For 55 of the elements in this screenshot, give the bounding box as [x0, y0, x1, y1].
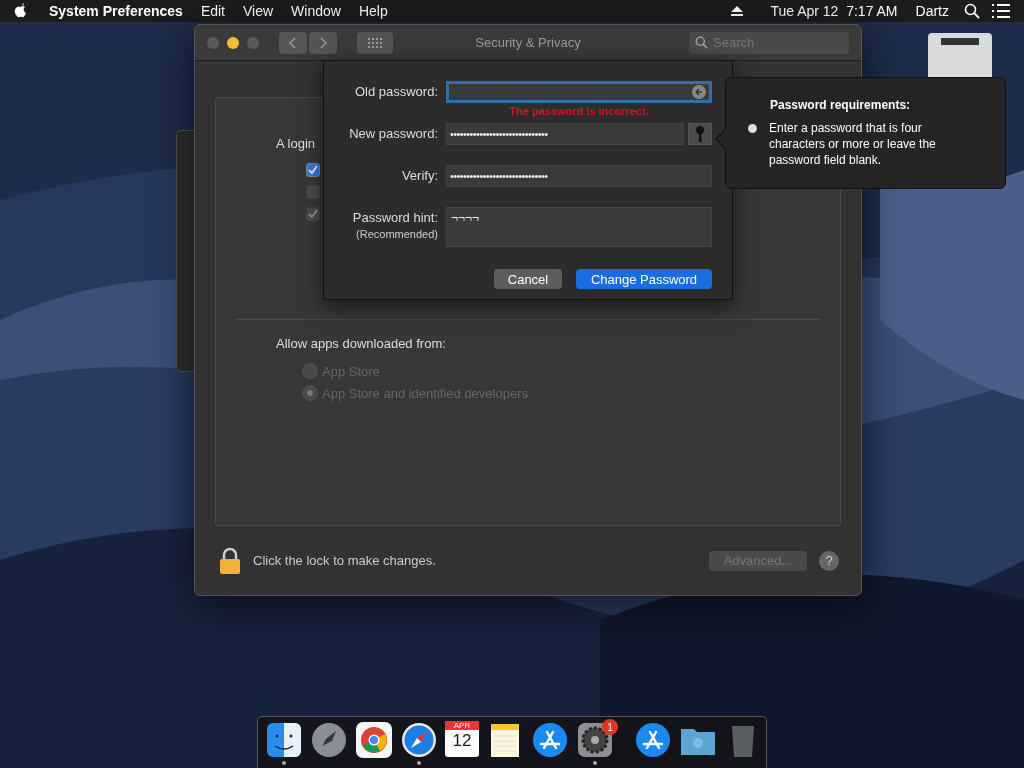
field-label: Verify:	[401, 168, 438, 183]
app-store-icon[interactable]	[634, 721, 672, 759]
chevron-right-icon	[319, 36, 327, 49]
rocket-icon[interactable]	[310, 721, 348, 759]
password-field[interactable]: ••••••••••••••••••••••••••••••	[446, 165, 712, 187]
compass-icon[interactable]	[400, 721, 438, 759]
field-label: Old password:	[354, 84, 438, 99]
grid-icon	[368, 37, 382, 48]
menu-clock[interactable]: Tue Apr 12 7:17 AM	[761, 3, 907, 19]
user-name[interactable]: Dartz	[906, 3, 958, 19]
lock-icon[interactable]	[219, 546, 241, 575]
window-title: Security & Privacy	[475, 35, 581, 50]
menu-item[interactable]: Edit	[191, 3, 234, 19]
app-store-icon[interactable]	[531, 721, 569, 759]
list-icon[interactable]	[992, 4, 1010, 18]
lock-text: Click the lock to make changes.	[253, 553, 436, 568]
password-field[interactable]: ••••••••••••••••••••••••••••••	[446, 123, 684, 145]
chevron-left-icon	[289, 36, 297, 49]
chrome-icon[interactable]	[355, 721, 393, 759]
cancel-button[interactable]: Cancel	[494, 269, 562, 289]
calendar-day: 12	[452, 730, 472, 752]
field-sublabel: (Recommended)	[356, 228, 438, 240]
clear-icon[interactable]	[692, 85, 706, 99]
menu-item[interactable]: Help	[349, 3, 397, 19]
search-icon[interactable]	[964, 3, 980, 19]
calendar-month: APR	[445, 721, 479, 730]
checkbox[interactable]	[306, 163, 320, 177]
menu-item[interactable]: View	[234, 3, 283, 19]
calendar-icon[interactable]: APR 12	[445, 721, 479, 757]
password-field[interactable]	[446, 81, 712, 103]
help-button[interactable]: ?	[819, 550, 839, 571]
field-label: New password:	[349, 126, 438, 141]
field-label: Password hint:	[352, 210, 438, 225]
app-menu[interactable]: System Preferences	[40, 3, 192, 19]
section-label: A login	[276, 136, 316, 151]
notification-badge: 1	[602, 719, 618, 735]
hint-field[interactable]: ¬¬¬¬	[446, 207, 712, 247]
bullet-icon	[748, 124, 757, 133]
eject-icon[interactable]	[731, 6, 744, 16]
minimize-button[interactable]	[227, 36, 239, 49]
back-button[interactable]	[279, 31, 307, 54]
key-button[interactable]	[688, 123, 712, 145]
search-icon	[695, 36, 708, 49]
apple-icon[interactable]	[14, 3, 28, 19]
popover-title: Password requirements:	[770, 98, 912, 112]
finder-icon[interactable]	[265, 721, 303, 759]
forward-button[interactable]	[309, 31, 337, 54]
requirement-text: Enter a password that is four characters or more or leave the password field blank.	[769, 120, 937, 168]
error-message: The password is incorrect.	[508, 105, 650, 117]
confirm-button[interactable]: Change Password	[576, 269, 712, 289]
key-icon	[695, 126, 705, 142]
section-label: Allow apps downloaded from:	[276, 336, 446, 351]
menu-item[interactable]: Window	[282, 3, 350, 19]
gear-icon[interactable]	[576, 721, 614, 759]
show-all-button[interactable]	[357, 31, 393, 54]
